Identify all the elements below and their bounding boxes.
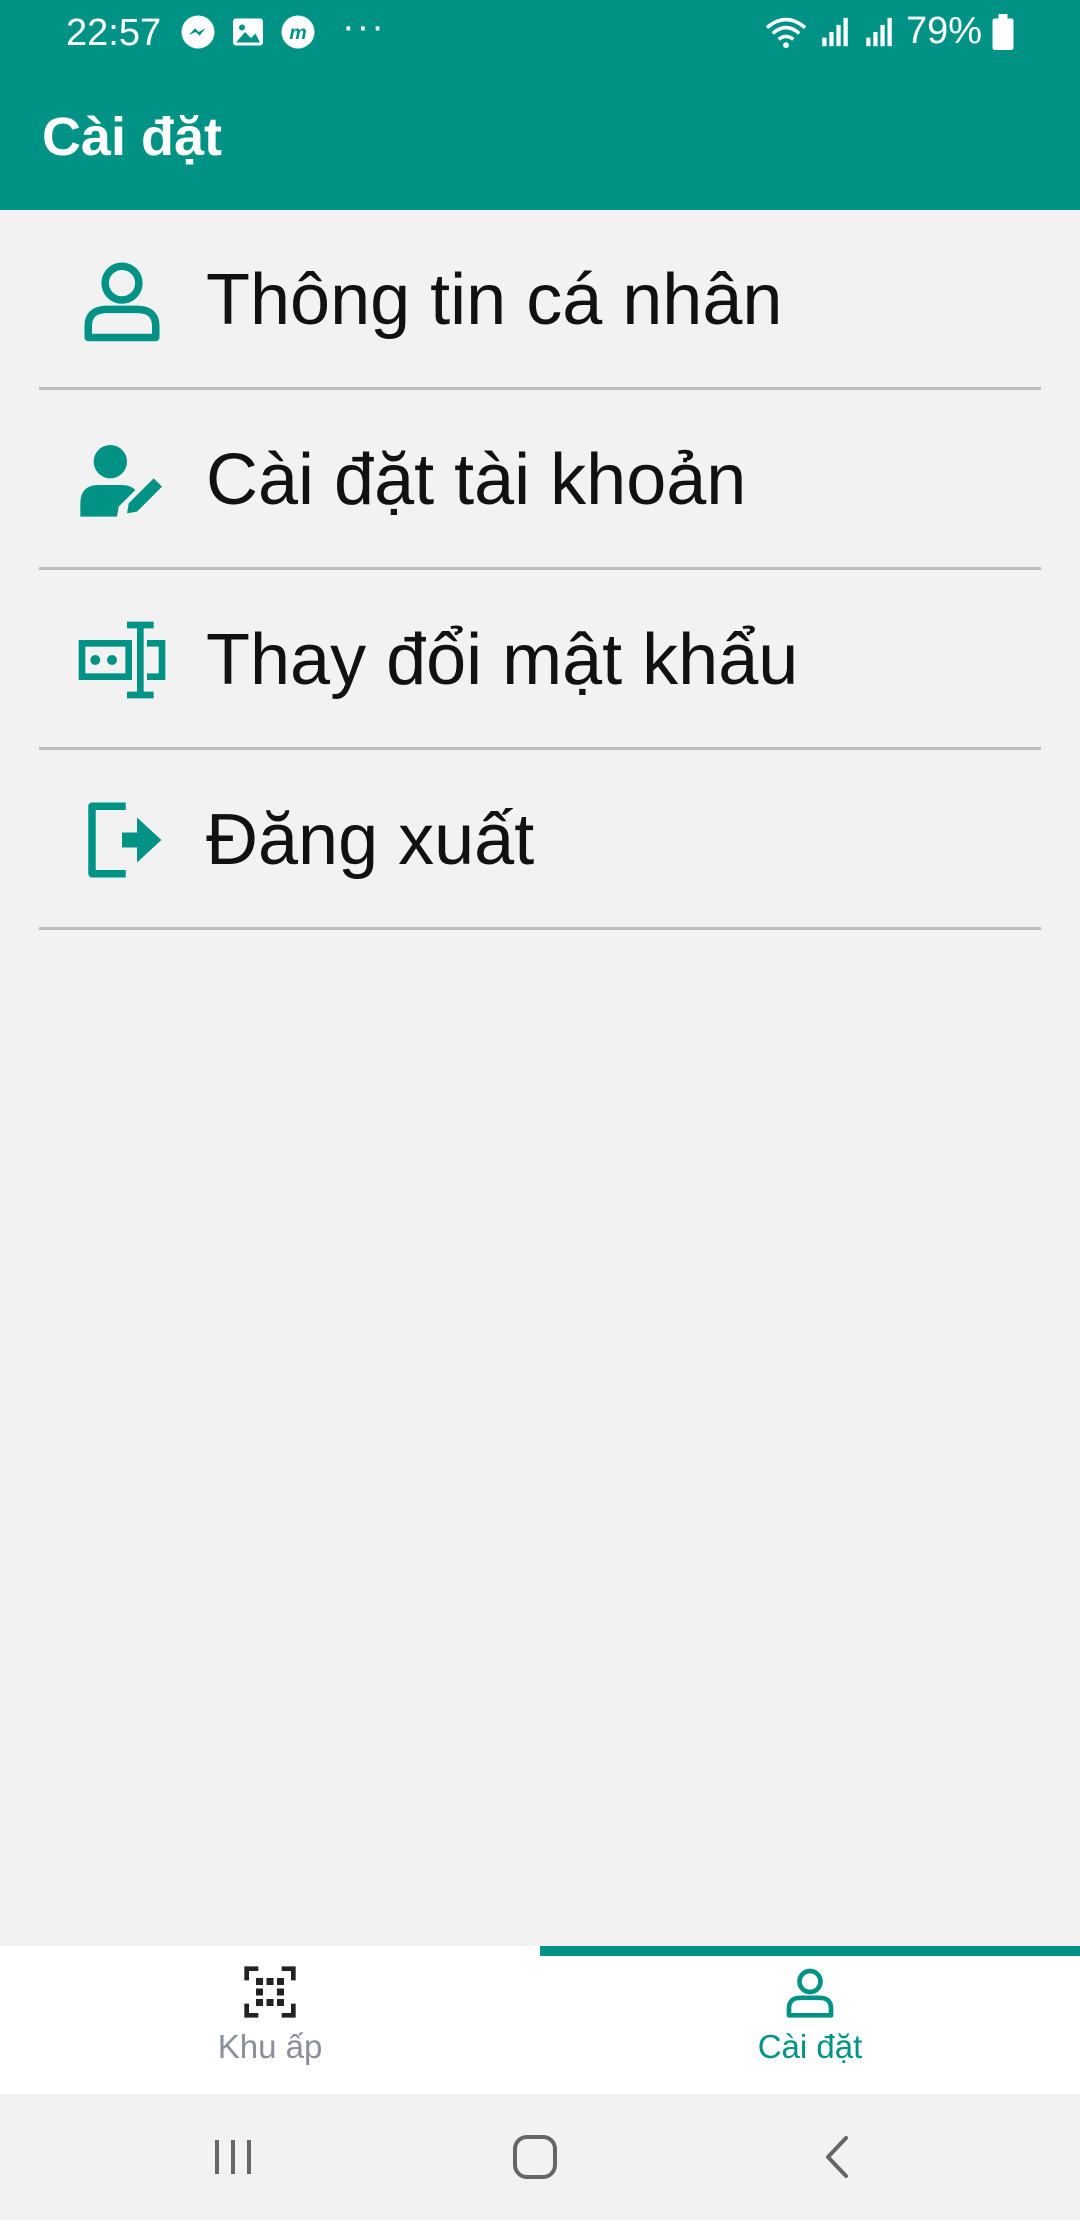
m-app-icon: m	[281, 15, 315, 49]
menu-item-personal-info[interactable]: Thông tin cá nhân	[0, 210, 1080, 390]
status-bar: 22:57 m ··· 79%	[0, 0, 1080, 66]
settings-menu: Thông tin cá nhân Cài đặt tài khoản Thay…	[0, 210, 1080, 930]
menu-item-account-settings[interactable]: Cài đặt tài khoản	[0, 390, 1080, 570]
tab-cai-dat[interactable]: Cài đặt	[540, 1946, 1080, 2094]
status-more-icon: ···	[342, 6, 386, 48]
messenger-icon	[181, 15, 215, 49]
active-tab-indicator	[540, 1946, 1080, 1956]
menu-item-label: Thông tin cá nhân	[206, 260, 783, 340]
logout-icon	[72, 795, 172, 885]
password-field-icon	[72, 615, 172, 705]
recents-icon[interactable]	[203, 2132, 263, 2182]
qr-scan-icon	[244, 1966, 296, 2018]
menu-item-logout[interactable]: Đăng xuất	[0, 750, 1080, 930]
app-bar: 22:57 m ··· 79% Cài đặt	[0, 0, 1080, 210]
battery-percentage: 79%	[905, 10, 982, 52]
person-outline-icon	[786, 1968, 834, 2018]
user-edit-icon	[72, 435, 172, 525]
menu-item-label: Cài đặt tài khoản	[206, 440, 747, 520]
menu-item-label: Thay đổi mật khẩu	[206, 620, 799, 700]
wifi-icon	[765, 17, 807, 48]
image-icon	[233, 18, 263, 46]
signal-icon	[866, 17, 892, 46]
status-system-icons: 79%	[764, 10, 1014, 53]
tab-label: Khu ấp	[217, 2028, 323, 2065]
page-title: Cài đặt	[42, 107, 223, 167]
divider	[39, 927, 1041, 930]
status-time: 22:57	[66, 12, 162, 54]
bottom-navigation: Khu ấp Cài đặt	[0, 1946, 1080, 2094]
menu-item-change-password[interactable]: Thay đổi mật khẩu	[0, 570, 1080, 750]
svg-text:m: m	[289, 22, 306, 44]
system-navigation-bar	[0, 2094, 1080, 2220]
signal-icon	[822, 17, 848, 46]
menu-item-label: Đăng xuất	[206, 800, 535, 880]
battery-icon	[992, 13, 1014, 50]
back-icon[interactable]	[808, 2132, 868, 2182]
tab-khu-ap[interactable]: Khu ấp	[0, 1946, 540, 2094]
status-notification-icons: m	[180, 14, 316, 50]
person-outline-icon	[72, 255, 172, 345]
tab-label: Cài đặt	[757, 2028, 863, 2065]
home-icon[interactable]	[505, 2132, 565, 2182]
